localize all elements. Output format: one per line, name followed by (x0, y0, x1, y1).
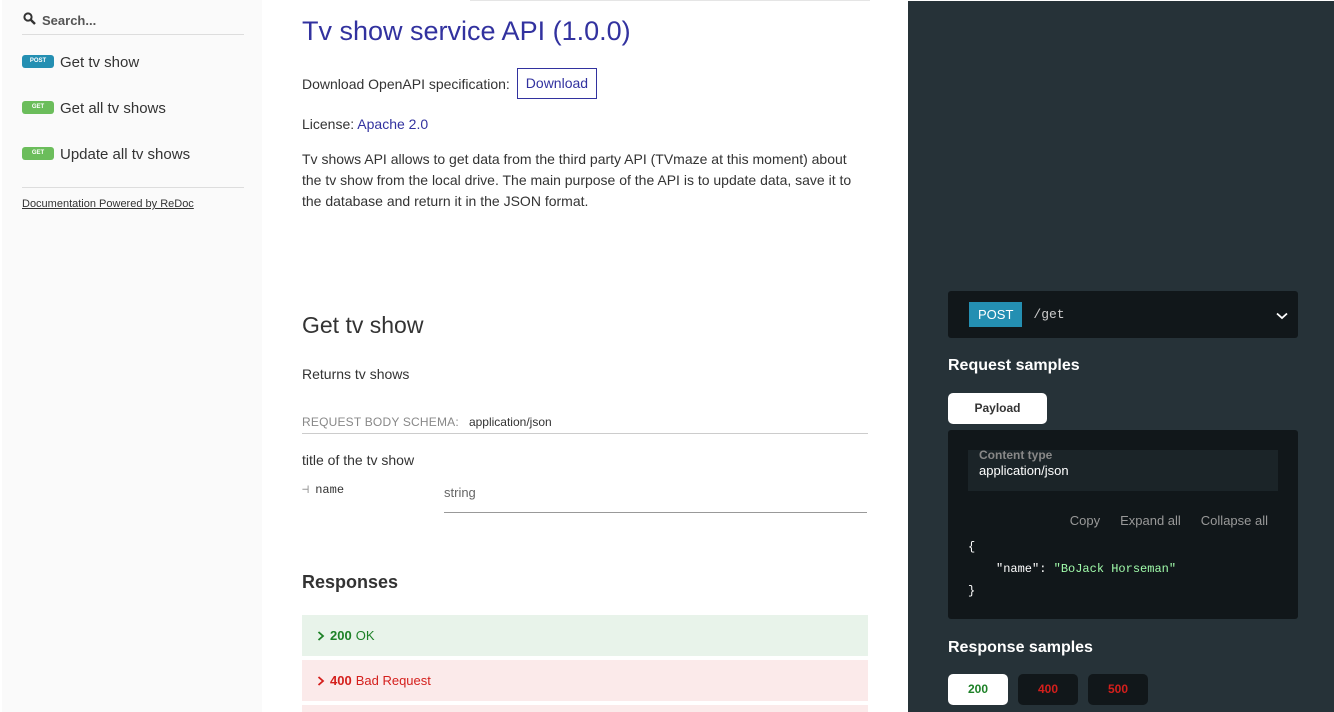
sidebar-item-label: Get all tv shows (60, 100, 166, 117)
search-input[interactable] (42, 12, 232, 28)
json-close-brace: } (968, 584, 976, 598)
sidebar-item-get-tv-show[interactable]: POST Get tv show (22, 46, 244, 92)
divider (22, 187, 244, 188)
schema-type: application/json (468, 415, 552, 429)
copy-button[interactable]: Copy (1070, 513, 1100, 528)
endpoint-path: /get (1033, 307, 1065, 322)
response-400[interactable]: 400 Bad Request (302, 660, 868, 701)
request-body-schema: REQUEST BODY SCHEMA: application/json (302, 415, 868, 434)
tree-line-icon: ⊣ (302, 483, 310, 497)
response-text: OK (355, 628, 375, 643)
response-code: 400 (330, 673, 352, 688)
sidebar: POST Get tv show GET Get all tv shows GE… (2, 0, 262, 712)
json-key: "name" (996, 562, 1040, 576)
sidebar-item-get-all-tv-shows[interactable]: GET Get all tv shows (22, 92, 244, 138)
http-method-badge: POST (969, 302, 1023, 327)
sidebar-item-label: Get tv show (60, 54, 140, 71)
json-open-brace: { (968, 540, 976, 554)
powered-by-link[interactable]: Documentation Powered by ReDoc (22, 198, 194, 210)
property-description: title of the tv show (302, 452, 415, 468)
page-title: Tv show service API (1.0.0) (302, 16, 631, 46)
json-sample: { "name": "BoJack Horseman" } (968, 536, 1176, 602)
chevron-right-icon (317, 673, 325, 689)
download-label: Download OpenAPI specification: (302, 75, 510, 92)
sample-actions: Copy Expand all Collapse all (1050, 513, 1268, 528)
response-200[interactable]: 200 OK (302, 615, 868, 656)
tab-response-400[interactable]: 400 (1018, 674, 1078, 705)
request-samples-title: Request samples (948, 357, 1080, 374)
responses-title: Responses (302, 572, 399, 592)
samples-panel: POST /get Request samples Payload Conten… (908, 1, 1334, 712)
content-type-label: Content type (979, 448, 1053, 462)
request-sample: Content type application/json Copy Expan… (948, 430, 1298, 619)
expand-all-button[interactable]: Expand all (1120, 513, 1181, 528)
api-description: Tv shows API allows to get data from the… (302, 151, 852, 209)
operation-description: Returns tv shows (302, 366, 410, 382)
json-value: "BoJack Horseman" (1053, 562, 1177, 576)
property-name-text: name (315, 483, 345, 497)
property-type: string (444, 484, 867, 513)
method-badge: GET (22, 147, 54, 160)
download-row: Download OpenAPI specification: Download (302, 68, 598, 99)
schema-label: REQUEST BODY SCHEMA: (302, 415, 459, 429)
search-icon (23, 12, 37, 26)
sidebar-menu: POST Get tv show GET Get all tv shows GE… (22, 46, 244, 184)
response-text: Bad Request (355, 673, 431, 688)
chevron-down-icon (1276, 307, 1288, 325)
download-button[interactable]: Download (516, 68, 598, 99)
chevron-right-icon (317, 628, 325, 644)
license-link[interactable]: Apache 2.0 (357, 116, 428, 132)
response-samples-title: Response samples (948, 639, 1093, 656)
endpoint-toggle[interactable]: POST /get (948, 291, 1298, 338)
sidebar-item-label: Update all tv shows (60, 146, 191, 163)
license-label: License: (302, 116, 355, 132)
property-name: ⊣ name (302, 482, 344, 497)
response-500[interactable] (302, 705, 868, 712)
content-type-select[interactable]: Content type application/json (968, 448, 1278, 491)
response-code: 200 (330, 628, 352, 643)
sidebar-item-update-all-tv-shows[interactable]: GET Update all tv shows (22, 138, 244, 184)
license: License: Apache 2.0 (302, 116, 428, 132)
json-line: "name": "BoJack Horseman" (968, 558, 1176, 580)
operation-title: Get tv show (302, 312, 424, 338)
json-colon: : (1039, 562, 1054, 576)
divider (470, 0, 870, 1)
tab-response-200[interactable]: 200 (948, 674, 1008, 705)
api-content: Tv show service API (1.0.0) Download Ope… (262, 0, 908, 712)
search-bar (22, 8, 244, 35)
tab-response-500[interactable]: 500 (1088, 674, 1148, 705)
content-type-value: application/json (979, 463, 1069, 478)
tab-payload[interactable]: Payload (948, 393, 1047, 424)
method-badge: POST (22, 55, 54, 68)
method-badge: GET (22, 101, 54, 114)
collapse-all-button[interactable]: Collapse all (1201, 513, 1268, 528)
